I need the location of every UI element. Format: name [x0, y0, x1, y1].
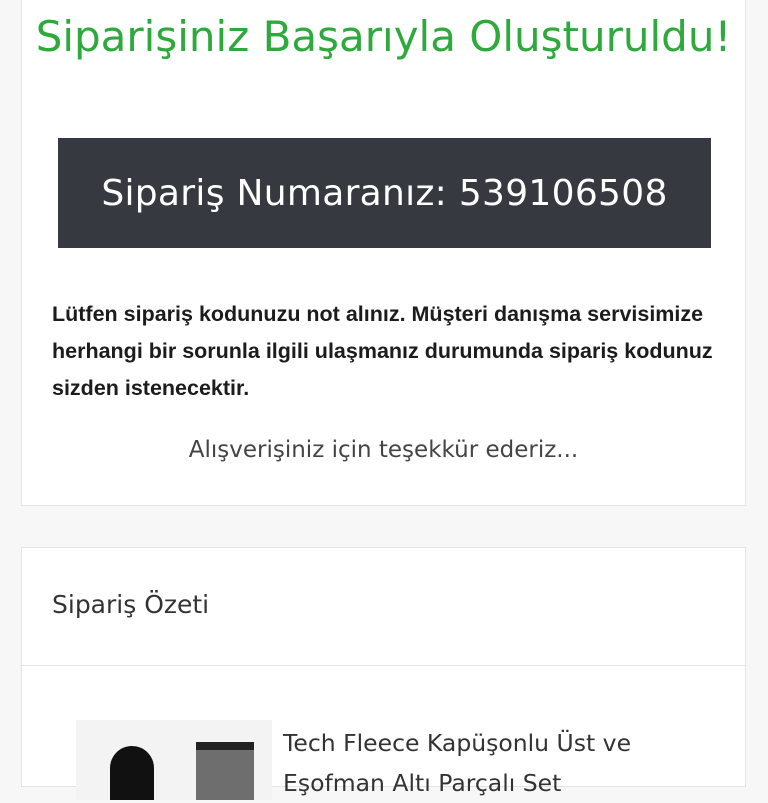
pants-shape — [196, 742, 254, 800]
product-image[interactable] — [76, 720, 272, 800]
thank-you-message: Alışverişiniz için teşekkür ederiz... — [188, 437, 579, 463]
order-code-notice: Lütfen sipariş kodunuzu not alınız. Müşt… — [52, 302, 713, 400]
order-summary-header: Sipariş Özeti — [22, 548, 745, 666]
order-summary-card: Sipariş Özeti Tech Fleece Kapüşonlu Üst … — [21, 547, 746, 800]
order-success-card: Siparişiniz Başarıyla Oluşturuldu! Sipar… — [21, 0, 746, 506]
hoodie-shape — [110, 746, 154, 800]
order-summary-title: Sipariş Özeti — [52, 590, 210, 619]
product-name-link[interactable]: Tech Fleece Kapüşonlu Üst ve Eşofman Alt… — [283, 723, 723, 803]
success-title: Siparişiniz Başarıyla Oluşturuldu! — [35, 12, 732, 61]
order-number-label: Sipariş Numaranız: 539106508 — [101, 172, 668, 214]
order-number-box: Sipariş Numaranız: 539106508 — [58, 138, 711, 248]
